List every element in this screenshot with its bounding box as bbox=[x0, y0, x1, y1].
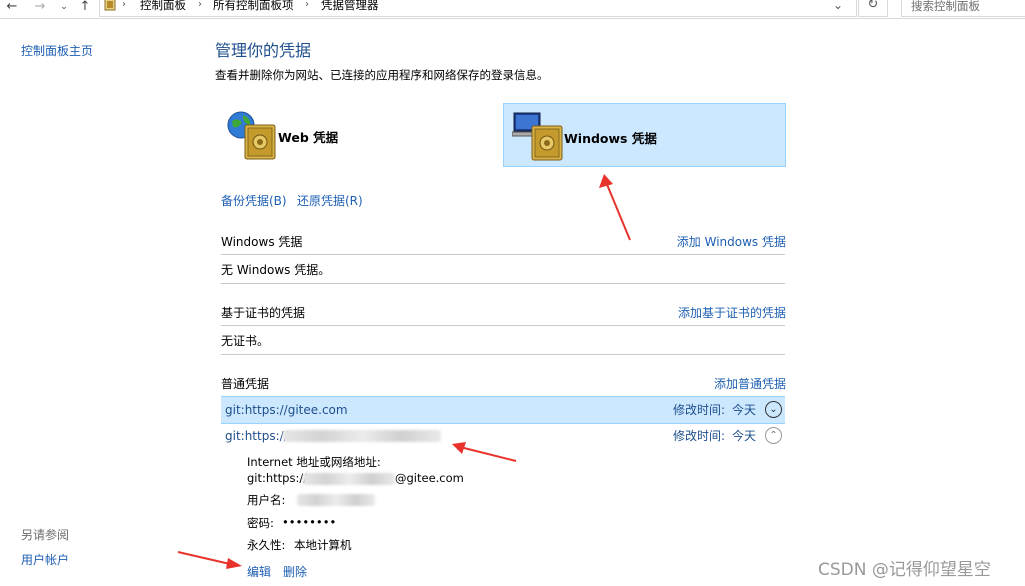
watermark: CSDN @记得仰望星空 bbox=[818, 560, 991, 580]
web-credentials-vault-icon bbox=[227, 111, 276, 160]
search-placeholder: 搜索控制面板 bbox=[911, 0, 980, 13]
username-label: 用户名: bbox=[247, 493, 286, 507]
credential-modified-value: 今天 bbox=[732, 429, 757, 443]
credential-row-gitee[interactable]: git:https://gitee.com 修改时间: 今天 ⌄ bbox=[221, 396, 785, 424]
refresh-button[interactable]: ↻ bbox=[858, 0, 888, 17]
section-divider bbox=[221, 283, 785, 284]
credential-name: git:https:// bbox=[225, 429, 288, 443]
control-panel-icon bbox=[104, 0, 116, 11]
address-toolbar: ← → ⌄ ↑ › 控制面板 › 所有控制面板项 › 凭据管理器 ⌄ ↻ 搜索控… bbox=[0, 0, 1025, 19]
recent-locations-chevron-icon[interactable]: ⌄ bbox=[56, 0, 72, 14]
persistence-value: 本地计算机 bbox=[294, 538, 352, 552]
windows-credentials-label: Windows 凭据 bbox=[564, 131, 657, 146]
forward-arrow-icon[interactable]: → bbox=[32, 0, 48, 14]
breadcrumb-separator-icon[interactable]: › bbox=[305, 0, 309, 14]
up-arrow-icon[interactable]: ↑ bbox=[77, 0, 93, 14]
password-label: 密码: bbox=[247, 516, 274, 530]
add-windows-credential-link[interactable]: 添加 Windows 凭据 bbox=[677, 233, 786, 250]
sidebar-home-link[interactable]: 控制面板主页 bbox=[21, 42, 93, 59]
restore-credentials-link[interactable]: 还原凭据(R) bbox=[297, 192, 363, 209]
address-label: Internet 地址或网络地址: bbox=[247, 455, 381, 469]
breadcrumb-item[interactable]: 控制面板 bbox=[140, 0, 186, 14]
windows-credentials-section-title: Windows 凭据 bbox=[221, 235, 303, 249]
edit-credential-link[interactable]: 编辑 bbox=[247, 563, 271, 580]
address-value-prefix: git:https:// bbox=[247, 471, 308, 485]
breadcrumb-separator-icon[interactable]: › bbox=[198, 0, 202, 14]
breadcrumb-item[interactable]: 所有控制面板项 bbox=[213, 0, 294, 14]
backup-credentials-link[interactable]: 备份凭据(B) bbox=[221, 192, 287, 209]
breadcrumb-item[interactable]: 凭据管理器 bbox=[321, 0, 379, 14]
address-value-suffix: @gitee.com bbox=[395, 471, 464, 485]
redacted-text bbox=[297, 494, 375, 506]
page-description: 查看并删除你为网站、已连接的应用程序和网络保存的登录信息。 bbox=[215, 68, 549, 82]
web-credentials-label: Web 凭据 bbox=[278, 130, 339, 145]
windows-credentials-tile[interactable]: Windows 凭据 bbox=[503, 103, 786, 167]
credential-modified-label: 修改时间: bbox=[673, 403, 726, 417]
sidebar-user-accounts-link[interactable]: 用户帐户 bbox=[21, 551, 69, 568]
address-bar[interactable]: › 控制面板 › 所有控制面板项 › 凭据管理器 ⌄ bbox=[99, 0, 857, 17]
add-generic-credential-link[interactable]: 添加普通凭据 bbox=[714, 375, 786, 392]
address-dropdown-chevron-icon[interactable]: ⌄ bbox=[833, 0, 843, 14]
refresh-icon: ↻ bbox=[867, 0, 879, 12]
persistence-label: 永久性: bbox=[247, 538, 286, 552]
generic-credentials-section-title: 普通凭据 bbox=[221, 377, 270, 391]
section-divider bbox=[221, 354, 785, 355]
annotation-arrow-icon bbox=[599, 174, 631, 241]
windows-credentials-empty-text: 无 Windows 凭据。 bbox=[221, 263, 331, 277]
certificate-credentials-section-title: 基于证书的凭据 bbox=[221, 306, 306, 320]
password-value: •••••••• bbox=[282, 515, 337, 529]
windows-credentials-vault-icon bbox=[512, 112, 563, 161]
credential-modified-label: 修改时间: bbox=[673, 429, 726, 443]
annotation-arrow-icon bbox=[177, 551, 242, 569]
collapse-chevron-up-icon[interactable]: ⌃ bbox=[765, 427, 782, 444]
section-divider bbox=[221, 325, 785, 326]
add-certificate-credential-link[interactable]: 添加基于证书的凭据 bbox=[678, 304, 786, 321]
expand-chevron-down-icon[interactable]: ⌄ bbox=[765, 401, 782, 418]
credential-name: git:https://gitee.com bbox=[225, 403, 348, 417]
page-title: 管理你的凭据 bbox=[215, 41, 312, 60]
web-credentials-tile[interactable]: Web 凭据 bbox=[221, 103, 491, 165]
redacted-text bbox=[283, 430, 441, 442]
annotation-arrow-icon bbox=[452, 442, 517, 462]
redacted-text bbox=[303, 473, 395, 485]
see-also-title: 另请参阅 bbox=[21, 528, 70, 542]
search-input[interactable]: 搜索控制面板 bbox=[901, 0, 1025, 17]
back-arrow-icon[interactable]: ← bbox=[4, 0, 20, 14]
delete-credential-link[interactable]: 删除 bbox=[283, 563, 307, 580]
certificate-credentials-empty-text: 无证书。 bbox=[221, 334, 270, 348]
breadcrumb-separator-icon: › bbox=[122, 0, 126, 10]
section-divider bbox=[221, 254, 785, 255]
credential-modified-value: 今天 bbox=[732, 403, 757, 417]
